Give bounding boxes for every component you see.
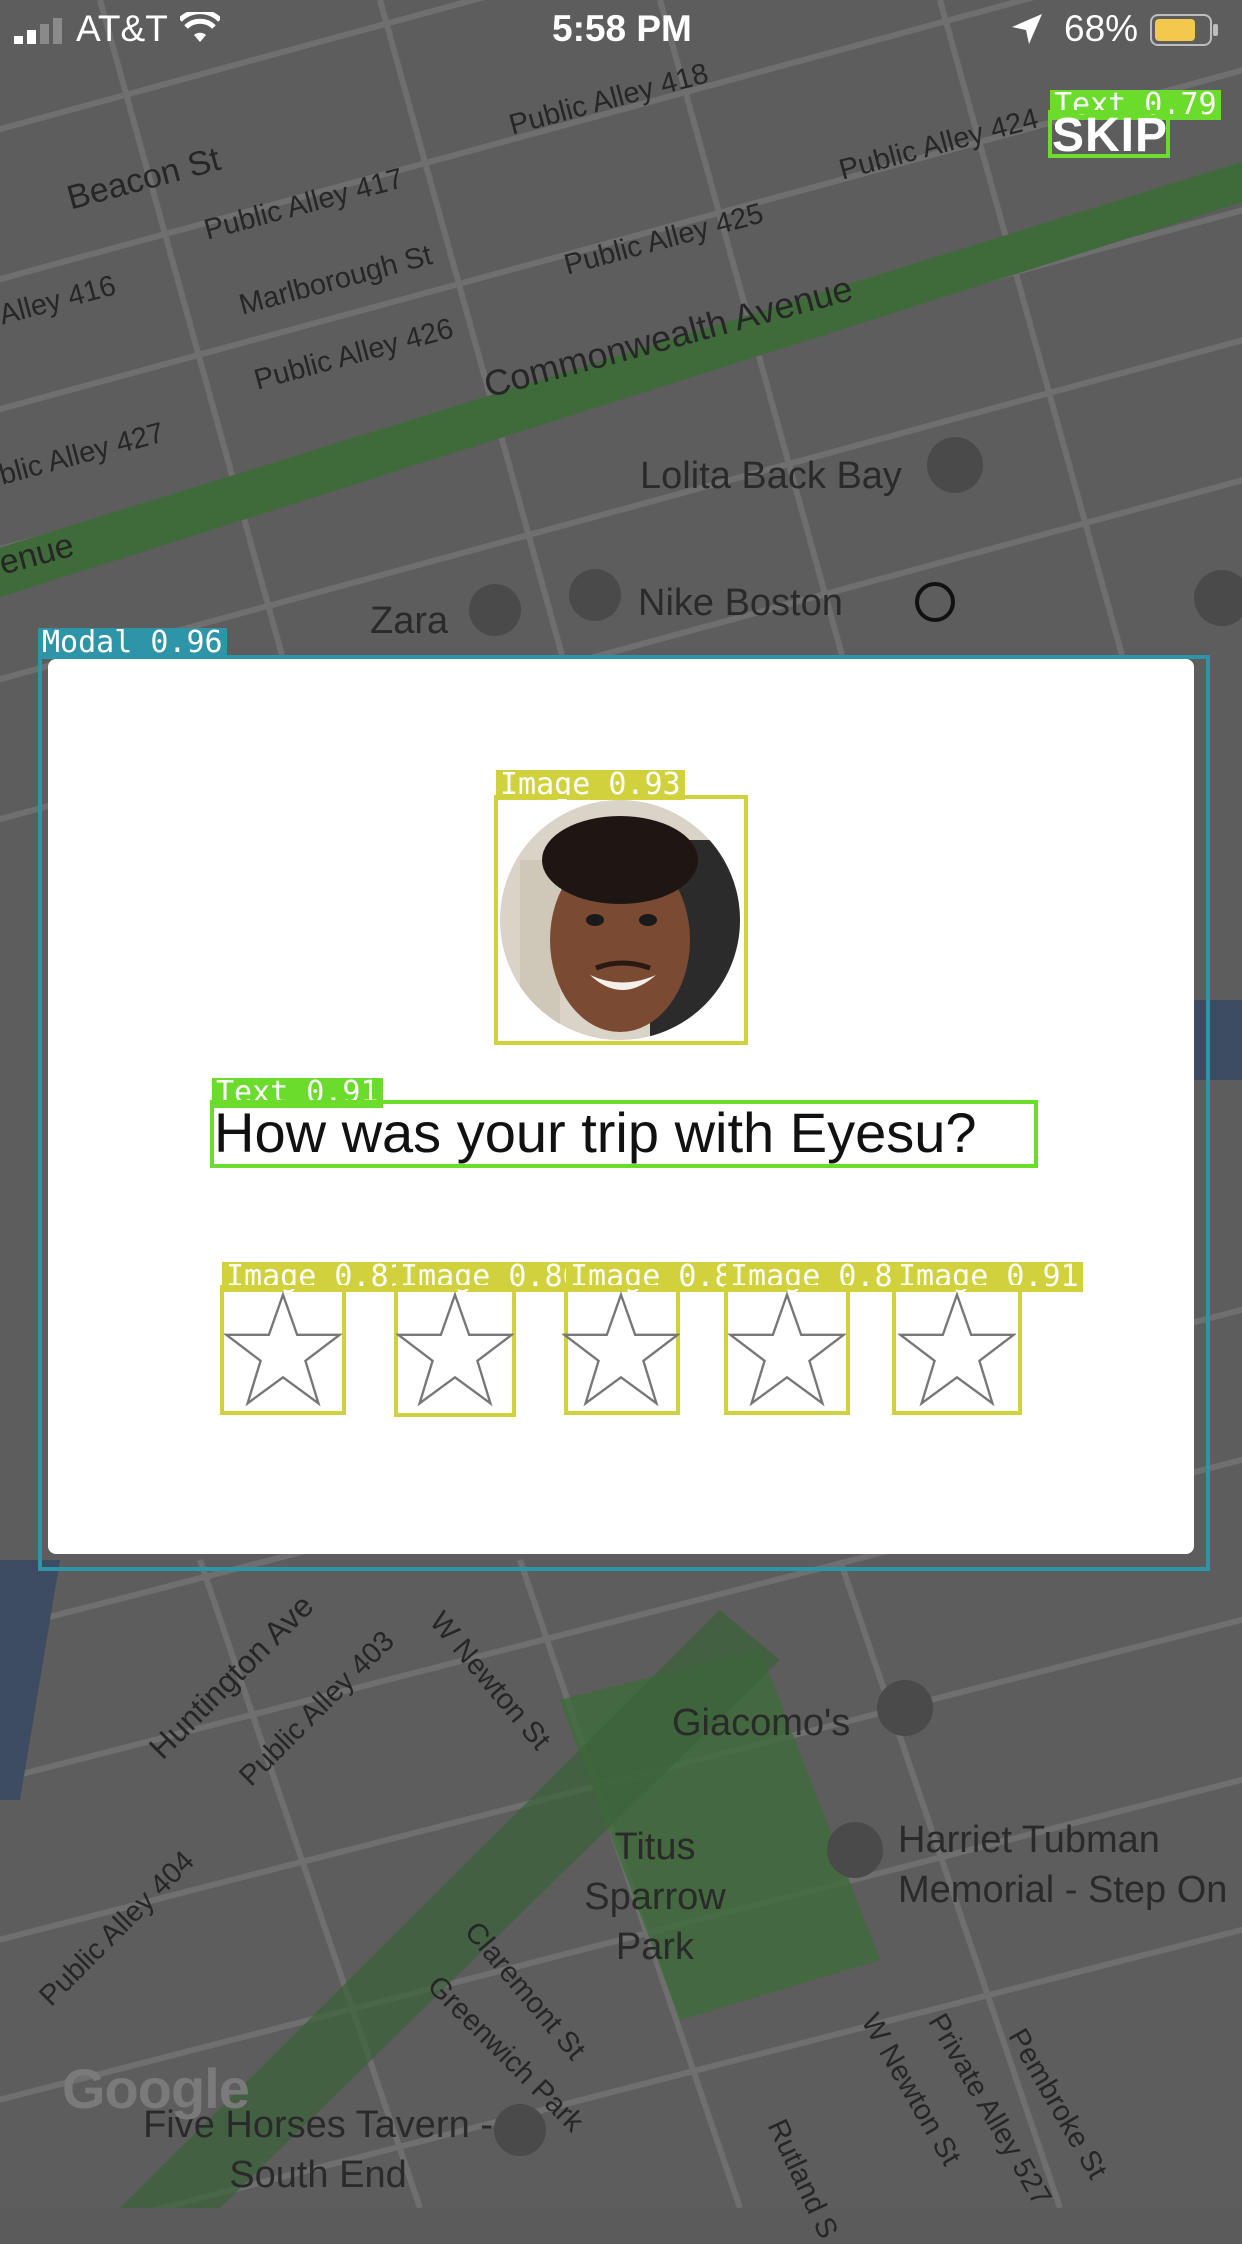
detection-label: Modal 0.96 [38,628,227,658]
poi-label[interactable]: Harriet Tubman Memorial - Step On [898,1815,1242,1915]
star-rating-5[interactable] [898,1290,1016,1408]
battery-icon [1150,14,1218,46]
time-label: 5:58 PM [552,8,692,49]
star-rating-1[interactable] [224,1290,342,1408]
poi-label[interactable]: Titus Sparrow Park [545,1822,765,1972]
skip-button[interactable]: SKIP [1052,108,1168,163]
google-logo: Google [62,2057,250,2120]
poi-label[interactable]: Lolita Back Bay [640,455,902,498]
driver-avatar [500,800,740,1040]
person-photo-icon [500,800,740,1040]
rating-question: How was your trip with Eyesu? [214,1101,977,1164]
carrier-label: AT&T [76,8,168,49]
battery-percent: 68% [1064,8,1139,49]
star-rating-2[interactable] [396,1290,514,1408]
star-rating-4[interactable] [728,1290,846,1408]
poi-label[interactable]: Zara [370,600,448,643]
wifi-icon [180,12,220,42]
location-arrow-icon [1012,14,1042,44]
signal-icon [14,18,62,44]
star-rating-3[interactable] [562,1290,680,1408]
poi-label[interactable]: Giacomo's [672,1702,850,1745]
poi-label[interactable]: Nike Boston [638,582,843,625]
status-bar: AT&T 5:58 PM 68% [0,0,1242,60]
